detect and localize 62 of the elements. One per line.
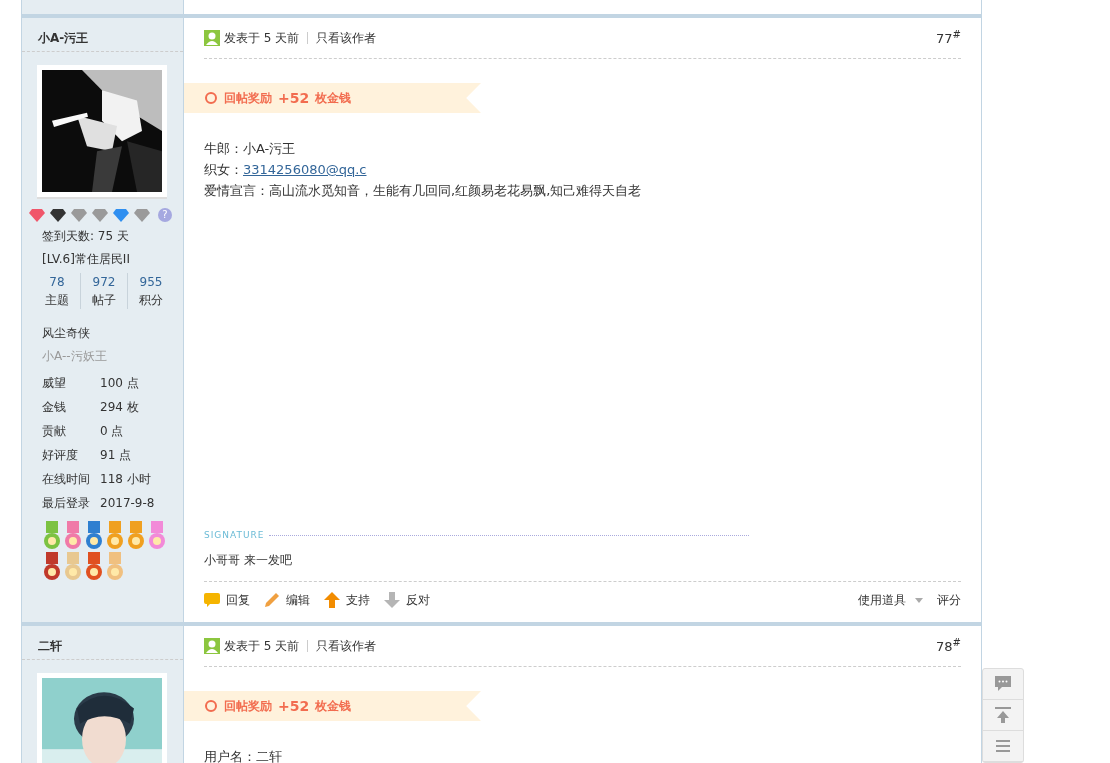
sign-in-days: 签到天数: 75 天 [22, 222, 183, 245]
list-icon [994, 737, 1012, 755]
pencil-icon [264, 592, 280, 608]
stat-label: 积分 [139, 292, 163, 309]
stat-count[interactable]: 972 [92, 273, 116, 291]
action-link[interactable]: 回复 [204, 591, 250, 609]
post-text: 用户名：二轩 [204, 749, 282, 763]
floor-number[interactable]: 78$^{#}$ [936, 637, 961, 655]
post-text: 爱情宣言：高山流水觅知音，生能有几回同,红颜易老花易飘,知己难得天自老 [204, 183, 642, 198]
post-text: 织女： [204, 162, 243, 177]
back-to-top-icon [994, 706, 1012, 724]
post-time: 发表于 5 天前 [224, 29, 300, 47]
info-value: 294 枚 [100, 398, 139, 416]
signature-text: 小哥哥 来一发吧 [204, 552, 961, 582]
gem-icon[interactable] [50, 208, 66, 222]
info-label: 最后登录 [42, 494, 91, 512]
action-link[interactable]: 反对 [384, 591, 430, 609]
user-group[interactable]: 风尘奇侠 [22, 309, 183, 342]
info-label: 好评度 [42, 446, 79, 464]
custom-title: 小A--污妖王 [41, 348, 108, 365]
down-arrow-icon [384, 592, 400, 608]
speech-bubble-icon [204, 592, 220, 608]
info-label: 威望 [42, 374, 67, 392]
action-link[interactable]: 编辑 [264, 591, 310, 609]
caret-icon [915, 597, 923, 603]
action-link[interactable]: 支持 [324, 591, 370, 609]
email-link[interactable]: 3314256080@qq.c [243, 162, 367, 177]
use-tools-menu[interactable]: 使用道具 [858, 591, 923, 609]
info-value: 0 点 [100, 422, 124, 440]
reward-banner: 回帖奖励 +52 枚金钱 [184, 83, 481, 113]
circle-icon [204, 91, 218, 105]
post-time: 发表于 5 天前 [224, 637, 300, 655]
reward-banner: 回帖奖励 +52 枚金钱 [184, 691, 481, 721]
info-label: 贡献 [42, 422, 67, 440]
rate-link[interactable]: 评分 [937, 591, 961, 609]
medal-icon[interactable] [84, 552, 104, 582]
info-label: 金钱 [42, 398, 67, 416]
only-author-link[interactable]: 只看该作者 [316, 637, 377, 655]
user-icon [204, 30, 220, 46]
medal-icon[interactable] [63, 521, 83, 551]
up-arrow-icon [324, 592, 340, 608]
author-name[interactable]: 小A-污王 [22, 18, 183, 52]
info-label: 在线时间 [42, 470, 91, 488]
medal-icon[interactable] [42, 552, 62, 582]
info-value: 91 点 [100, 446, 132, 464]
stat-label: 主题 [45, 292, 69, 309]
info-value: 118 小时 [100, 470, 151, 488]
only-author-link[interactable]: 只看该作者 [316, 29, 377, 47]
post-text: 牛郎：小A-污王 [204, 141, 296, 156]
floor-number[interactable]: 77$^{#}$ [936, 29, 961, 47]
info-value: 100 点 [100, 374, 139, 392]
user-icon [204, 638, 220, 654]
stat-count[interactable]: 955 [139, 273, 163, 291]
speech-bubble-icon [994, 675, 1012, 693]
stat-count[interactable]: 78 [49, 273, 65, 291]
circle-icon [204, 699, 218, 713]
medal-icon[interactable] [147, 521, 167, 551]
user-level[interactable]: [LV.6]常住居民II [22, 245, 183, 268]
info-value: 2017-9-8 [100, 496, 155, 510]
medal-icon[interactable] [84, 521, 104, 551]
signature-label: SIGNATURE [204, 530, 265, 540]
stat-label: 帖子 [92, 292, 116, 309]
